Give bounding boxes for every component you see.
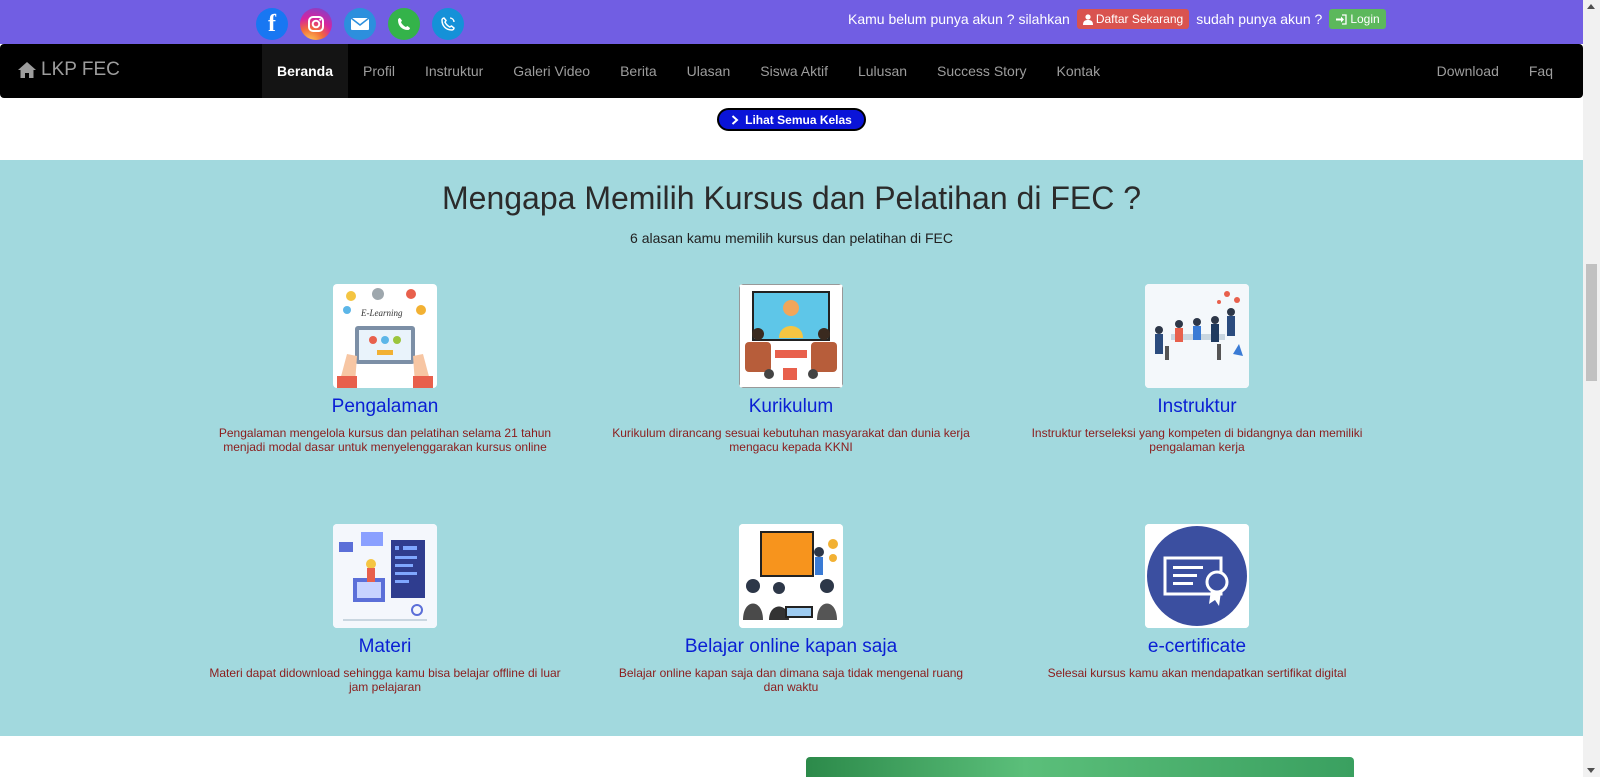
scrollbar-thumb[interactable] [1586,264,1597,381]
nav-item-download[interactable]: Download [1422,44,1514,98]
card-title: Belajar online kapan saja [684,636,898,657]
register-label: Daftar Sekarang [1095,12,1184,26]
card-description: Pengalaman mengelola kursus dan pelatiha… [218,426,552,455]
card-description: Kurikulum dirancang sesuai kebutuhan mas… [612,426,970,455]
nav-item-instruktur[interactable]: Instruktur [410,44,498,98]
instagram-icon[interactable] [300,8,332,40]
card-description: Materi dapat didownload sehingga kamu bi… [209,666,561,695]
reason-card: e-certificate Selesai kursus kamu akan m… [1017,524,1377,680]
main-navbar: LKP FEC Beranda Profil Instruktur Galeri… [0,44,1583,98]
nav-item-siswa-aktif[interactable]: Siswa Aktif [745,44,843,98]
facebook-icon[interactable]: f [256,8,288,40]
login-icon [1336,13,1347,25]
video-class-illustration [739,284,843,388]
reason-card: Instruktur Instruktur terseleksi yang ko… [1017,284,1377,455]
have-account-text: sudah punya akun ? [1196,11,1323,27]
nav-item-berita[interactable]: Berita [605,44,672,98]
view-all-classes-button[interactable]: Lihat Semua Kelas [717,108,866,131]
scroll-up-arrow-icon[interactable] [1587,4,1595,9]
card-title: e-certificate [1147,636,1247,657]
scroll-down-arrow-icon[interactable] [1587,768,1595,773]
login-button[interactable]: Login [1329,9,1386,29]
brand-name: LKP FEC [41,59,120,80]
chevron-right-icon [731,114,739,125]
certificate-icon [1145,524,1249,628]
nav-menu: Beranda Profil Instruktur Galeri Video B… [262,44,1115,98]
online-presentation-illustration [739,524,843,628]
view-all-classes-label: Lihat Semua Kelas [745,112,852,127]
nav-item-galeri-video[interactable]: Galeri Video [498,44,605,98]
nav-right-menu: Download Faq [1422,44,1583,98]
reason-card: Materi Materi dapat didownload sehingga … [205,524,565,695]
nav-item-kontak[interactable]: Kontak [1042,44,1116,98]
reason-card: Kurikulum Kurikulum dirancang sesuai keb… [611,284,971,455]
elearning-illustration: E-Learning [333,284,437,388]
nav-item-beranda[interactable]: Beranda [262,44,349,98]
login-label: Login [1350,12,1380,26]
nav-item-ulasan[interactable]: Ulasan [672,44,746,98]
card-description: Selesai kursus kamu akan mendapatkan ser… [1047,666,1347,680]
no-account-text: Kamu belum punya akun ? silahkan [848,11,1070,27]
card-title: Instruktur [1157,396,1237,417]
section-title: Mengapa Memilih Kursus dan Pelatihan di … [441,180,1142,216]
section-subtitle: 6 alasan kamu memilih kursus dan pelatih… [630,230,953,246]
bottom-banner-image [806,757,1354,777]
card-title: Materi [358,636,412,657]
svg-text:E-Learning: E-Learning [360,308,403,318]
brand-link[interactable]: LKP FEC [17,59,120,81]
card-title: Kurikulum [748,396,834,417]
nav-item-lulusan[interactable]: Lulusan [843,44,922,98]
nav-item-profil[interactable]: Profil [348,44,410,98]
home-icon [18,62,36,78]
whatsapp-icon[interactable] [388,8,420,40]
register-button[interactable]: Daftar Sekarang [1076,9,1190,29]
top-bar: f Kamu belum punya akun ? silahkan Dafta… [0,0,1583,44]
card-description: Belajar online kapan saja dan dimana saj… [618,666,964,695]
email-icon[interactable] [344,8,376,40]
account-prompt: Kamu belum punya akun ? silahkan Daftar … [848,9,1386,29]
reason-card: E-Learning Pengalaman Pengalaman mengelo… [205,284,565,455]
nav-item-success-story[interactable]: Success Story [922,44,1041,98]
phone-icon[interactable] [432,8,464,40]
why-choose-section: Mengapa Memilih Kursus dan Pelatihan di … [0,160,1583,736]
reason-card: Belajar online kapan saja Belajar online… [611,524,971,695]
vertical-scrollbar[interactable] [1583,0,1600,777]
nav-item-faq[interactable]: Faq [1514,44,1583,98]
card-description: Instruktur terseleksi yang kompeten di b… [1031,426,1363,455]
team-meeting-illustration [1145,284,1249,388]
card-title: Pengalaman [331,396,439,417]
user-icon [1082,13,1093,25]
learning-material-illustration [333,524,437,628]
